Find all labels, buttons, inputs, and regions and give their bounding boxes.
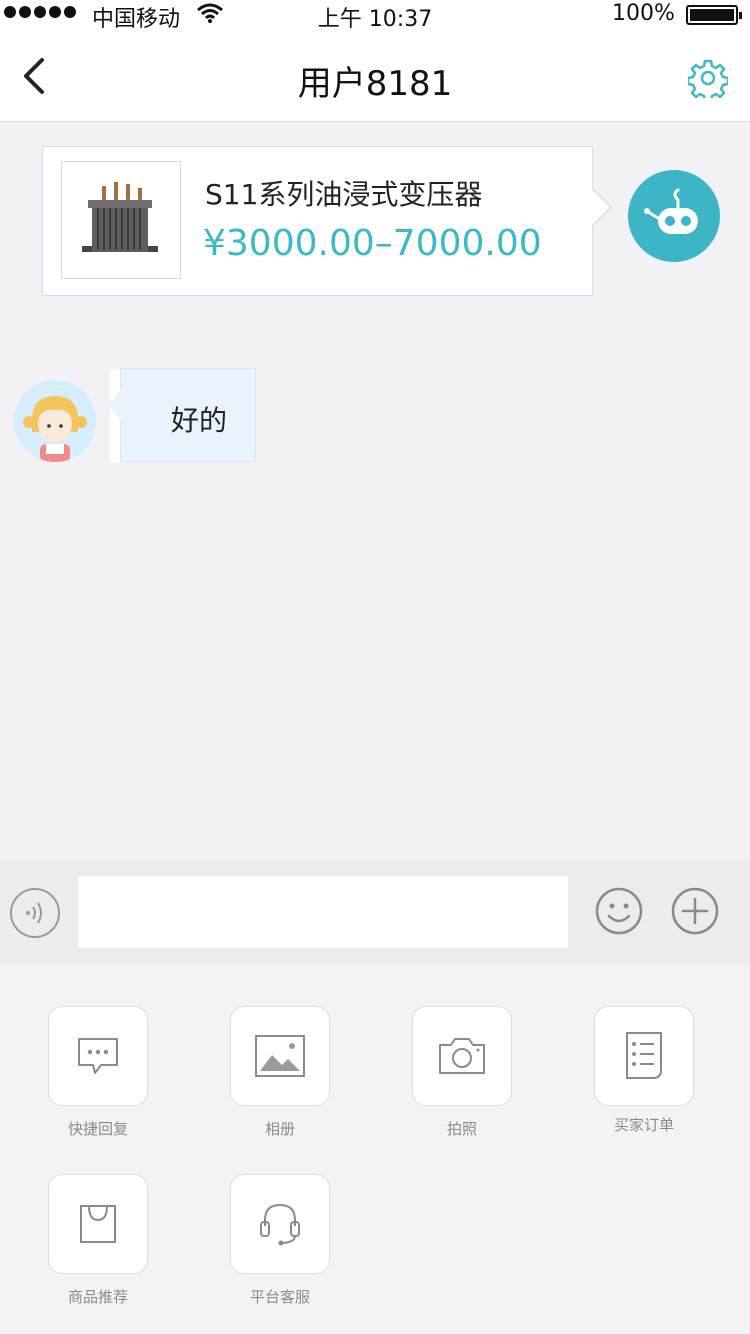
- message-bubble[interactable]: 好的: [109, 368, 256, 463]
- message-text: 好的: [171, 404, 228, 437]
- bubble-tail: [591, 187, 612, 227]
- panel-item-buyer-orders[interactable]: 买家订单: [594, 1006, 694, 1135]
- panel-tile[interactable]: [230, 1174, 330, 1274]
- panel-item-label: 买家订单: [613, 1116, 674, 1134]
- voice-icon: [26, 902, 42, 924]
- avatar[interactable]: [628, 170, 720, 262]
- order-list-icon: [626, 1032, 662, 1079]
- camera-icon: [439, 1038, 485, 1074]
- quick-reply-icon: [78, 1038, 118, 1074]
- product-card-message[interactable]: S11系列油浸式变压器 ¥3000.00–7000.00: [42, 146, 612, 296]
- plus-icon: [671, 887, 719, 935]
- battery-percentage: 100%: [612, 1, 675, 26]
- shopping-bag-icon: [80, 1205, 116, 1243]
- battery-fill: [690, 9, 734, 21]
- album-icon: [255, 1035, 305, 1077]
- panel-tile[interactable]: [48, 1174, 148, 1274]
- panel-item-label: 拍照: [446, 1120, 477, 1138]
- panel-item-camera[interactable]: 拍照: [412, 1006, 512, 1139]
- add-button[interactable]: [670, 886, 720, 936]
- emoji-button[interactable]: [594, 886, 644, 936]
- voice-button[interactable]: [10, 888, 60, 938]
- battery-icon: [686, 5, 742, 25]
- girl-avatar-icon: [14, 380, 96, 462]
- panel-item-label: 快捷回复: [67, 1120, 128, 1138]
- panel-item-quick-reply[interactable]: 快捷回复: [48, 1006, 148, 1139]
- page-title: 用户8181: [297, 64, 453, 104]
- panel-item-album[interactable]: 相册: [230, 1006, 330, 1139]
- extension-panel: 快捷回复 相册 拍照 买家订单 商品推荐 平台客服: [0, 964, 750, 1334]
- product-name: S11系列油浸式变压器: [205, 178, 483, 211]
- product-thumbnail[interactable]: [61, 161, 181, 279]
- robot-icon: [644, 188, 698, 234]
- headset-icon: [260, 1203, 300, 1246]
- panel-item-product-recommend[interactable]: 商品推荐: [48, 1174, 148, 1307]
- emoji-icon: [595, 887, 643, 935]
- gear-icon: [686, 59, 730, 103]
- avatar[interactable]: [14, 380, 96, 462]
- panel-item-label: 商品推荐: [67, 1288, 128, 1306]
- panel-tile[interactable]: [230, 1006, 330, 1106]
- panel-item-label: 平台客服: [249, 1288, 310, 1306]
- transformer-icon: [82, 182, 158, 252]
- bubble-tail: [109, 389, 121, 421]
- message-input[interactable]: [78, 876, 568, 948]
- panel-tile[interactable]: [48, 1006, 148, 1106]
- status-bar: 中国移动 上午 10:37 100%: [0, 0, 750, 32]
- product-price: ¥3000.00–7000.00: [203, 223, 542, 264]
- panel-tile[interactable]: [412, 1006, 512, 1106]
- panel-item-label: 相册: [264, 1120, 295, 1138]
- panel-item-platform-service[interactable]: 平台客服: [230, 1174, 330, 1307]
- navigation-bar: 用户8181: [0, 30, 750, 122]
- settings-button[interactable]: [686, 58, 730, 103]
- panel-tile[interactable]: [594, 1006, 694, 1106]
